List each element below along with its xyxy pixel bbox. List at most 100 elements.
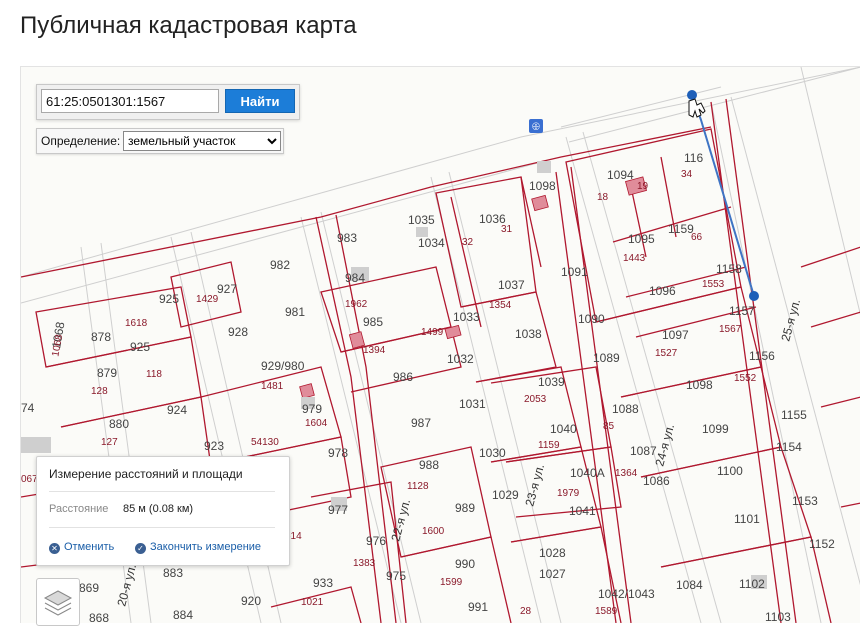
- parcel-label: 1033: [453, 310, 480, 324]
- parcel-label: 868: [89, 611, 109, 623]
- parcel-label: 1039: [538, 375, 565, 389]
- parcel-number: 32: [462, 237, 474, 248]
- parcel-label: 1089: [593, 351, 620, 365]
- layers-icon: [43, 590, 73, 616]
- parcel-number: 1567: [719, 324, 742, 335]
- parcel-label: 1101: [734, 512, 760, 526]
- parcel-label: 920: [241, 594, 261, 608]
- parcel-label: 1037: [498, 278, 525, 292]
- parcel-label: 987: [411, 416, 431, 430]
- svg-text:🕀: 🕀: [532, 122, 540, 133]
- measure-title: Измерение расстояний и площади: [49, 467, 243, 481]
- parcel-label: 986: [393, 370, 413, 384]
- distance-label: Расстояние: [49, 503, 109, 515]
- parcel-number: 85: [603, 421, 615, 432]
- distance-value: 85 м (0.08 км): [123, 503, 194, 515]
- parcel-label: 983: [337, 231, 357, 245]
- parcel-label: 880: [109, 417, 129, 431]
- definition-label: Определение:: [41, 134, 121, 148]
- parcel-number: 1159: [538, 440, 560, 451]
- parcel-label: 1087: [630, 444, 657, 458]
- street-20: 20-я ул.: [114, 562, 139, 607]
- parcel-label: 933: [313, 576, 333, 590]
- parcel-number: 54130: [251, 437, 279, 448]
- cadastral-number-input[interactable]: [41, 89, 219, 113]
- parcel-number: 34: [681, 169, 693, 180]
- parcel-number: 1552: [734, 373, 757, 384]
- parcel-number: 1589: [595, 606, 618, 617]
- close-icon: ✕: [49, 543, 60, 554]
- parcel-label: 927: [217, 282, 237, 296]
- divider: [49, 527, 275, 528]
- parcel-label: 883: [163, 566, 183, 580]
- parcel-label: 988: [419, 458, 439, 472]
- parcel-label: 1158: [716, 262, 742, 276]
- parcel-number: 1962: [345, 299, 368, 310]
- parcel-label: 1084: [676, 578, 703, 592]
- parcel-label: 928: [228, 325, 248, 339]
- parcel-label: 116: [684, 151, 703, 165]
- parcel-label: 925: [159, 292, 179, 306]
- parcel-label: 1038: [515, 327, 542, 341]
- parcel-label: 1096: [649, 284, 676, 298]
- search-panel: Найти: [36, 84, 300, 120]
- parcel-number: 1429: [196, 294, 219, 305]
- parcel-label: 1029: [492, 488, 519, 502]
- parcel-label: 929/980: [261, 359, 305, 373]
- parcel-label: 989: [455, 501, 475, 515]
- parcel-label: 975: [386, 569, 406, 583]
- parcel-label: 1097: [662, 328, 689, 342]
- parcel-label: 978: [328, 446, 348, 460]
- parcel-label: 1031: [459, 397, 486, 411]
- parcel-label: 1090: [578, 312, 605, 326]
- parcel-label: 1095: [628, 232, 655, 246]
- parcel-label: 1042/1043: [598, 587, 655, 601]
- parcel-label: 869: [79, 581, 99, 595]
- parcel-label: 1032: [447, 352, 474, 366]
- parcel-label: 981: [285, 305, 305, 319]
- parcel-label: 984: [345, 271, 365, 285]
- street-23: 23-я ул.: [522, 462, 547, 507]
- finish-measure-button[interactable]: ✓ Закончить измерение: [135, 541, 261, 554]
- definition-select[interactable]: земельный участок: [123, 131, 281, 151]
- search-button[interactable]: Найти: [225, 89, 295, 113]
- parcel-label: 1153: [792, 494, 818, 508]
- parcel-label: 979: [302, 402, 322, 416]
- parcel-label: 1041: [569, 504, 596, 518]
- parcel-label: 925: [130, 340, 150, 354]
- parcel-label: 1028: [539, 546, 566, 560]
- parcel-label: 1027: [539, 567, 566, 581]
- finish-label: Закончить измерение: [150, 541, 262, 553]
- parcel-number: 1354: [489, 300, 512, 311]
- parcel-label: 1098: [529, 179, 556, 193]
- parcel-label: 1030: [479, 446, 506, 460]
- hand-cursor-icon: [688, 98, 706, 118]
- parcel-label: 1103: [765, 610, 791, 623]
- parcel-label: 924: [167, 403, 187, 417]
- parcel-number: 118: [146, 369, 162, 380]
- check-icon: ✓: [135, 543, 146, 554]
- parcel-number: 1364: [615, 468, 638, 479]
- cancel-label: Отменить: [64, 541, 115, 553]
- parcel-number: 127: [101, 437, 118, 448]
- parcel-label: 1102: [739, 577, 765, 591]
- parcel-label: 1088: [612, 402, 639, 416]
- parcel-number: 1600: [422, 526, 445, 537]
- parcel-label: 884: [173, 608, 193, 622]
- parcel-label: 878: [91, 330, 111, 344]
- parcel-label: 1100: [717, 464, 743, 478]
- parcel-label: 1152: [809, 537, 835, 551]
- page-title: Публичная кадастровая карта: [20, 12, 357, 39]
- layers-button[interactable]: [36, 578, 80, 626]
- parcel-number: 1553: [702, 279, 725, 290]
- parcel-number: 1499: [421, 327, 444, 338]
- parcel-label: 1155: [781, 408, 807, 422]
- divider: [49, 491, 275, 492]
- parcel-label: 976: [366, 534, 386, 548]
- cancel-measure-button[interactable]: ✕ Отменить: [49, 541, 114, 554]
- parcel-label: 990: [455, 557, 475, 571]
- map-pin-icon: 🕀: [529, 119, 543, 133]
- parcel-number: 1599: [440, 577, 463, 588]
- parcel-label: 74: [21, 401, 35, 415]
- parcel-number: 28: [520, 606, 532, 617]
